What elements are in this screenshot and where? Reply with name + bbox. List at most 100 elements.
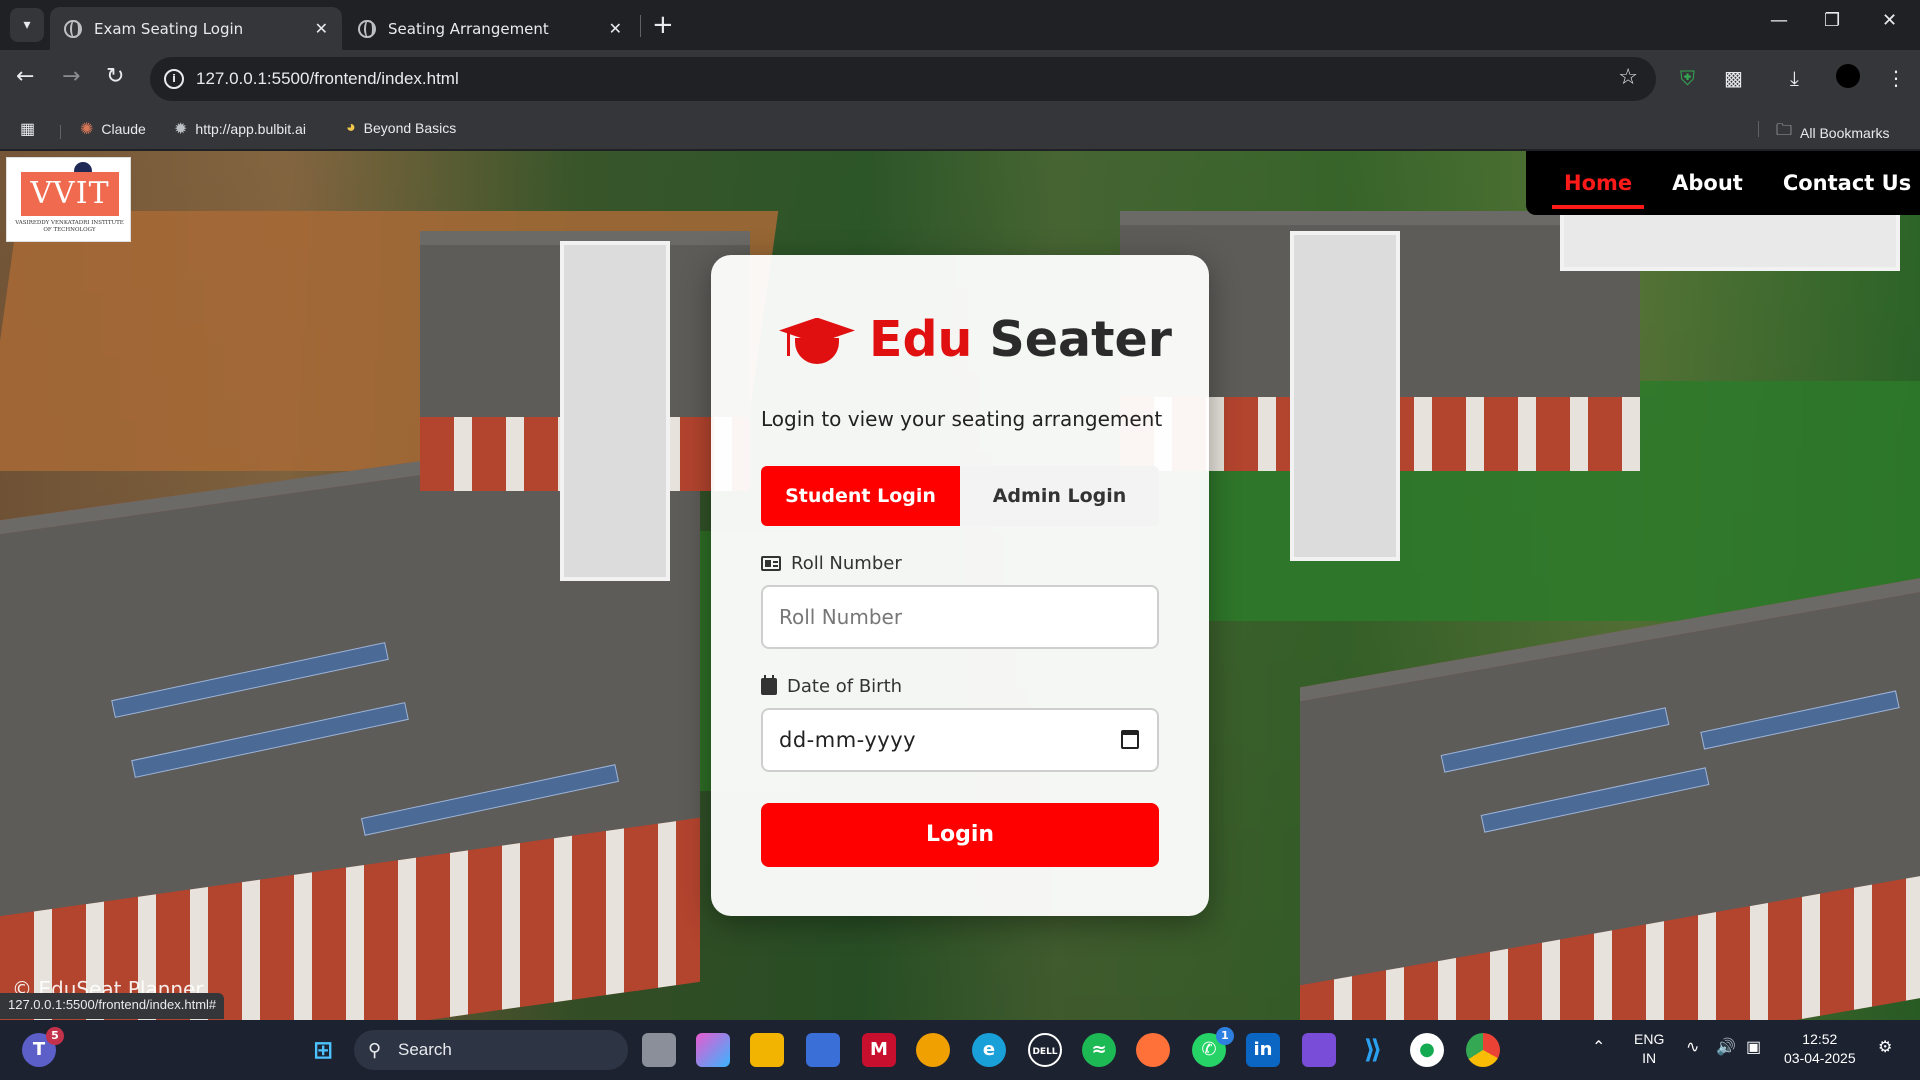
login-button[interactable]: Login: [761, 803, 1159, 867]
wifi-icon[interactable]: ∿: [1686, 1038, 1699, 1057]
tab-search-button[interactable]: ▾: [10, 8, 44, 42]
all-bookmarks-label: All Bookmarks: [1800, 124, 1890, 141]
bookmark-beyond-basics[interactable]: ◕ Beyond Basics: [346, 119, 456, 137]
bookmark-claude[interactable]: ✺ Claude: [80, 119, 146, 139]
vscode-icon[interactable]: ⟫: [1356, 1033, 1390, 1067]
dob-field[interactable]: dd-mm-yyyy: [761, 708, 1159, 772]
search-icon: ⚲: [368, 1040, 382, 1060]
browser-menu-icon[interactable]: ⋮: [1886, 66, 1906, 90]
status-bar-url: 127.0.0.1:5500/frontend/index.html#: [0, 993, 225, 1019]
close-tab-icon[interactable]: ✕: [609, 19, 622, 38]
background-stairwell: [1290, 231, 1400, 561]
reload-icon[interactable]: ↻: [106, 64, 124, 89]
login-card: Edu Seater Login to view your seating ar…: [711, 255, 1209, 916]
vvit-logo[interactable]: VVIT VASIREDDY VENKATADRI INSTITUTE OF T…: [6, 157, 131, 242]
copilot-icon[interactable]: [696, 1033, 730, 1067]
minimize-icon[interactable]: —: [1770, 10, 1788, 31]
address-bar[interactable]: i 127.0.0.1:5500/frontend/index.html ☆: [150, 57, 1656, 101]
teams-badge: 5: [46, 1027, 64, 1045]
linkedin-icon[interactable]: in: [1246, 1033, 1280, 1067]
notification-bell-icon[interactable]: ⚙: [1878, 1038, 1892, 1057]
roll-number-field[interactable]: [761, 585, 1159, 649]
tab-title: Exam Seating Login: [94, 19, 244, 38]
dob-label-text: Date of Birth: [787, 676, 903, 697]
dob-label: Date of Birth: [761, 675, 903, 697]
taskbar-search-label: Search: [398, 1040, 452, 1059]
nav-home[interactable]: Home: [1551, 171, 1645, 209]
globe-icon: [358, 19, 376, 38]
edge-icon[interactable]: e: [972, 1033, 1006, 1067]
bookmark-label: Beyond Basics: [363, 120, 457, 136]
windows-start-icon[interactable]: ⊞: [306, 1033, 340, 1067]
brand-title-part1: Edu: [869, 311, 973, 368]
tab-student-login[interactable]: Student Login: [761, 466, 960, 526]
all-bookmarks-folder[interactable]: 🗀 All Bookmarks: [1776, 119, 1889, 146]
page-viewport: VVIT VASIREDDY VENKATADRI INSTITUTE OF T…: [0, 151, 1920, 1020]
bookmark-label: Claude: [101, 121, 146, 137]
shield-extension-icon[interactable]: ⛨: [1680, 66, 1695, 90]
tab-seating-arrangement[interactable]: Seating Arrangement ✕: [344, 7, 636, 50]
url-text[interactable]: 127.0.0.1:5500/frontend/index.html: [196, 69, 459, 89]
profile-avatar[interactable]: [1836, 64, 1860, 88]
clock-time: 12:52: [1802, 1031, 1838, 1047]
graduation-cap-icon: [779, 312, 855, 368]
brand-title-part2: Seater: [989, 311, 1172, 368]
roll-number-label-text: Roll Number: [791, 553, 902, 574]
clipchamp-icon[interactable]: [1302, 1033, 1336, 1067]
volume-icon[interactable]: 🔊: [1716, 1038, 1736, 1057]
tab-admin-login[interactable]: Admin Login: [960, 466, 1159, 526]
roll-number-label: Roll Number: [761, 553, 902, 574]
bookmark-label: http://app.bulbit.ai: [195, 121, 306, 137]
bookmark-separator: [60, 125, 61, 139]
firefox-icon[interactable]: [1136, 1033, 1170, 1067]
new-tab-button[interactable]: +: [652, 10, 674, 40]
close-window-icon[interactable]: ✕: [1882, 10, 1897, 31]
clock-date: 03-04-2025: [1784, 1050, 1856, 1066]
microsoft-store-icon[interactable]: [806, 1033, 840, 1067]
mongodb-compass-icon[interactable]: ●: [1410, 1033, 1444, 1067]
browser-tab-bar: ▾ Exam Seating Login ✕ Seating Arrangeme…: [0, 0, 1920, 50]
nav-about[interactable]: About: [1672, 171, 1743, 195]
back-arrow-icon[interactable]: ←: [16, 64, 34, 89]
dob-input[interactable]: dd-mm-yyyy: [779, 728, 916, 752]
roll-number-input[interactable]: [763, 587, 1157, 647]
file-explorer-icon[interactable]: [750, 1033, 784, 1067]
bookmark-star-icon[interactable]: ☆: [1618, 65, 1638, 90]
brand-header: Edu Seater: [779, 311, 1172, 368]
language-code: ENG: [1634, 1031, 1665, 1047]
medal-icon[interactable]: [916, 1033, 950, 1067]
chrome-icon[interactable]: [1466, 1033, 1500, 1067]
dell-icon[interactable]: DELL: [1028, 1033, 1062, 1067]
date-picker-icon[interactable]: [1121, 730, 1139, 749]
close-tab-icon[interactable]: ✕: [315, 19, 328, 38]
bookmark-bulbit[interactable]: ✹ http://app.bulbit.ai: [174, 119, 306, 139]
extensions-puzzle-icon[interactable]: ▩: [1724, 66, 1743, 90]
task-view-icon[interactable]: [642, 1033, 676, 1067]
folder-icon: 🗀: [1776, 122, 1793, 139]
whatsapp-icon[interactable]: ✆ 1: [1192, 1027, 1234, 1067]
login-subtitle: Login to view your seating arrangement: [761, 407, 1163, 431]
tab-exam-seating-login[interactable]: Exam Seating Login ✕: [50, 7, 342, 50]
bookmark-separator: [1758, 121, 1759, 137]
show-hidden-icons-chevron[interactable]: ⌃: [1592, 1038, 1605, 1057]
taskbar: T5 ⊞ ⚲ Search M e DELL ≈ ✆ 1 in ⟫ ● ⌃ ENG…: [0, 1020, 1920, 1080]
bookmarks-bar: ▦ ✺ Claude ✹ http://app.bulbit.ai ◕ Beyo…: [0, 108, 1920, 150]
spotify-icon[interactable]: ≈: [1082, 1033, 1116, 1067]
claude-icon: ✺: [80, 121, 94, 138]
site-info-icon[interactable]: i: [164, 69, 184, 89]
battery-icon[interactable]: ▣: [1746, 1038, 1761, 1057]
brand-title: Edu Seater: [869, 311, 1172, 368]
apps-grid-icon[interactable]: ▦: [20, 119, 43, 139]
region-code: IN: [1642, 1050, 1657, 1066]
download-icon[interactable]: ⤓: [1790, 66, 1799, 90]
top-navigation: Home About Contact Us: [1526, 151, 1920, 215]
tab-title: Seating Arrangement: [388, 19, 549, 38]
language-indicator[interactable]: ENG IN: [1634, 1030, 1664, 1068]
teams-icon[interactable]: T5: [22, 1027, 64, 1067]
forward-arrow-icon[interactable]: →: [62, 64, 80, 89]
nav-contact-us[interactable]: Contact Us: [1783, 171, 1911, 195]
mcafee-icon[interactable]: M: [862, 1033, 896, 1067]
taskbar-search[interactable]: ⚲ Search: [354, 1030, 628, 1070]
restore-icon[interactable]: ❐: [1824, 10, 1840, 31]
clock[interactable]: 12:52 03-04-2025: [1784, 1030, 1856, 1068]
